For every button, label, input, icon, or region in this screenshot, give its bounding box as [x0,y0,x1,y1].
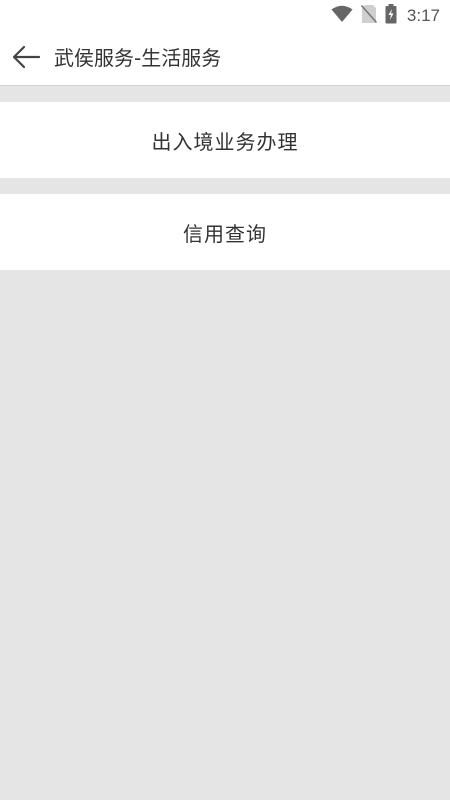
page-title: 武侯服务-生活服务 [54,46,222,70]
status-icons: 3:17 [331,4,440,28]
menu-item-exit-entry[interactable]: 出入境业务办理 [0,102,450,178]
back-button[interactable] [8,41,44,77]
menu-item-label: 出入境业务办理 [151,129,299,154]
wifi-icon [331,5,353,27]
battery-charging-icon [385,4,397,28]
menu-item-label: 信用查询 [183,221,267,246]
app-bar: 武侯服务-生活服务 [0,32,450,86]
no-sim-icon [360,4,378,28]
screen: 3:17 武侯服务-生活服务 出入境业务办理 信用查询 [0,0,450,800]
status-time: 3:17 [406,6,440,25]
menu-item-credit-query[interactable]: 信用查询 [0,194,450,270]
back-arrow-icon [11,45,41,73]
status-bar: 3:17 [0,0,450,32]
